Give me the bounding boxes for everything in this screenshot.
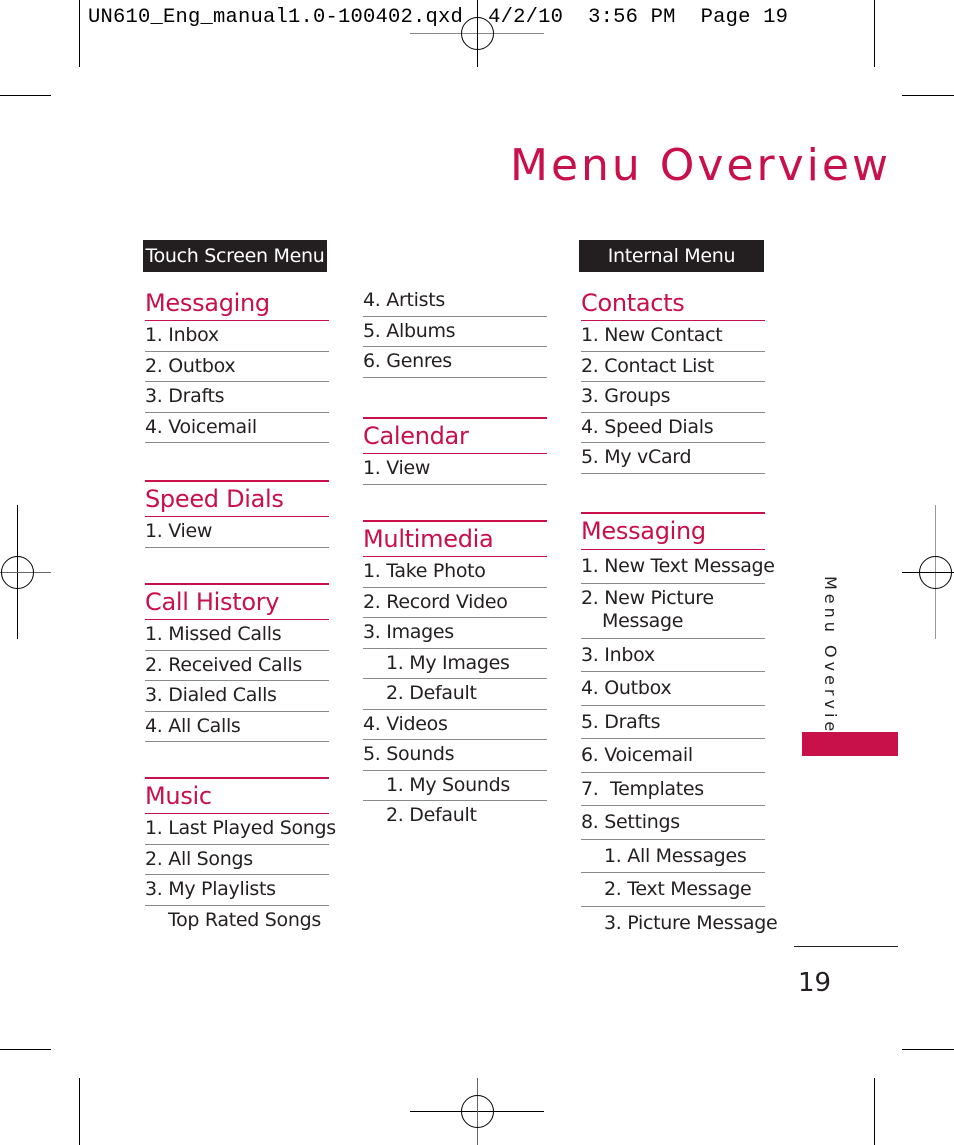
list-item: 3. Inbox — [581, 639, 765, 672]
list-item: 4. Outbox — [581, 672, 765, 706]
section-title: Speed Dials — [145, 480, 329, 517]
list-item: 5. My vCard — [581, 443, 765, 474]
list-item: 1. Take Photo — [363, 557, 547, 588]
page-title: Menu Overview — [510, 140, 891, 191]
section-title: Contacts — [581, 286, 765, 321]
side-tab-label: Menu Overview — [821, 576, 840, 753]
list-sub-item: 1. All Messages — [581, 840, 765, 873]
section-speed-dials: Speed Dials 1. View — [145, 480, 329, 548]
list-item: 2. Received Calls — [145, 651, 329, 681]
list-item: 4. Videos — [363, 710, 547, 740]
list-item: 5. Drafts — [581, 706, 765, 739]
list-item: 4. Voicemail — [145, 413, 329, 443]
list-sub-item: 1. My Images — [363, 649, 547, 679]
list-item: 4. Speed Dials — [581, 413, 765, 443]
list-item: 1. New Contact — [581, 321, 765, 352]
section-calendar: Calendar 1. View — [363, 417, 547, 485]
list-item: 6. Genres — [363, 347, 547, 378]
page-number-rule — [794, 946, 898, 947]
section-title: Music — [145, 777, 329, 814]
list-item: 8. Settings — [581, 806, 765, 840]
list-item-line: 2. New Picture — [581, 586, 714, 609]
section-title: Calendar — [363, 417, 547, 454]
list-item: 2. New Picture Message — [581, 584, 765, 639]
page-number: 19 — [798, 968, 832, 998]
list-sub-item: 2. Default — [386, 804, 477, 826]
section-music: Music 1. Last Played Songs 2. All Songs … — [145, 777, 336, 935]
list-sub-item: 1. My Sounds — [363, 771, 547, 801]
list-item: 3. Drafts — [145, 382, 329, 413]
list-sub-item: 2. Text Message — [581, 873, 765, 907]
list-item: 2. Record Video — [363, 588, 547, 618]
section-contacts: Contacts 1. New Contact 2. Contact List … — [581, 286, 765, 474]
list-item-line: Message — [602, 609, 684, 632]
list-item: 2. All Songs — [145, 845, 329, 875]
list-item: 5. Albums — [363, 317, 547, 347]
list-item: 1. New Text Message — [581, 550, 775, 584]
list-sub-item: 2. Default — [363, 679, 547, 710]
section-call-history: Call History 1. Missed Calls 2. Received… — [145, 583, 329, 742]
section-multimedia: Multimedia 1. Take Photo 2. Record Video… — [363, 520, 547, 831]
list-item: 3. Dialed Calls — [145, 681, 329, 712]
list-item: 3. Groups — [581, 382, 765, 413]
section-title: Call History — [145, 583, 329, 620]
list-item: 6. Voicemail — [581, 739, 765, 773]
list-item: 1. Last Played Songs — [145, 814, 336, 845]
section-messaging-internal: Messaging 1. New Text Message 2. New Pic… — [581, 512, 778, 939]
list-item: 1. Inbox — [145, 321, 329, 352]
side-tab-marker — [802, 732, 898, 756]
list-item: 4. All Calls — [145, 712, 329, 742]
list-sub-item: 3. Picture Message — [604, 911, 778, 934]
file-slug-header: UN610_Eng_manual1.0-100402.qxd 4/2/10 3:… — [88, 6, 789, 29]
section-title: Messaging — [581, 512, 765, 550]
list-item: 5. Sounds — [363, 740, 547, 771]
section-messaging-touch: Messaging 1. Inbox 2. Outbox 3. Drafts 4… — [145, 286, 329, 443]
section-title: Multimedia — [363, 520, 547, 557]
list-item: 3. Images — [363, 618, 547, 649]
list-item: 1. View — [145, 517, 329, 548]
list-sub-item: Top Rated Songs — [168, 908, 321, 931]
section-music-continued: 4. Artists 5. Albums 6. Genres — [363, 286, 547, 378]
internal-menu-bar: Internal Menu — [579, 240, 764, 272]
list-item: 7. Templates — [581, 773, 765, 806]
list-item: 3. My Playlists — [145, 875, 329, 906]
touch-screen-menu-bar: Touch Screen Menu — [143, 240, 327, 272]
list-item: 1. Missed Calls — [145, 620, 329, 651]
list-item: 1. View — [363, 454, 547, 485]
list-item: 2. Contact List — [581, 352, 765, 382]
section-title: Messaging — [145, 286, 329, 321]
list-item: 4. Artists — [363, 286, 547, 317]
list-item: 2. Outbox — [145, 352, 329, 382]
